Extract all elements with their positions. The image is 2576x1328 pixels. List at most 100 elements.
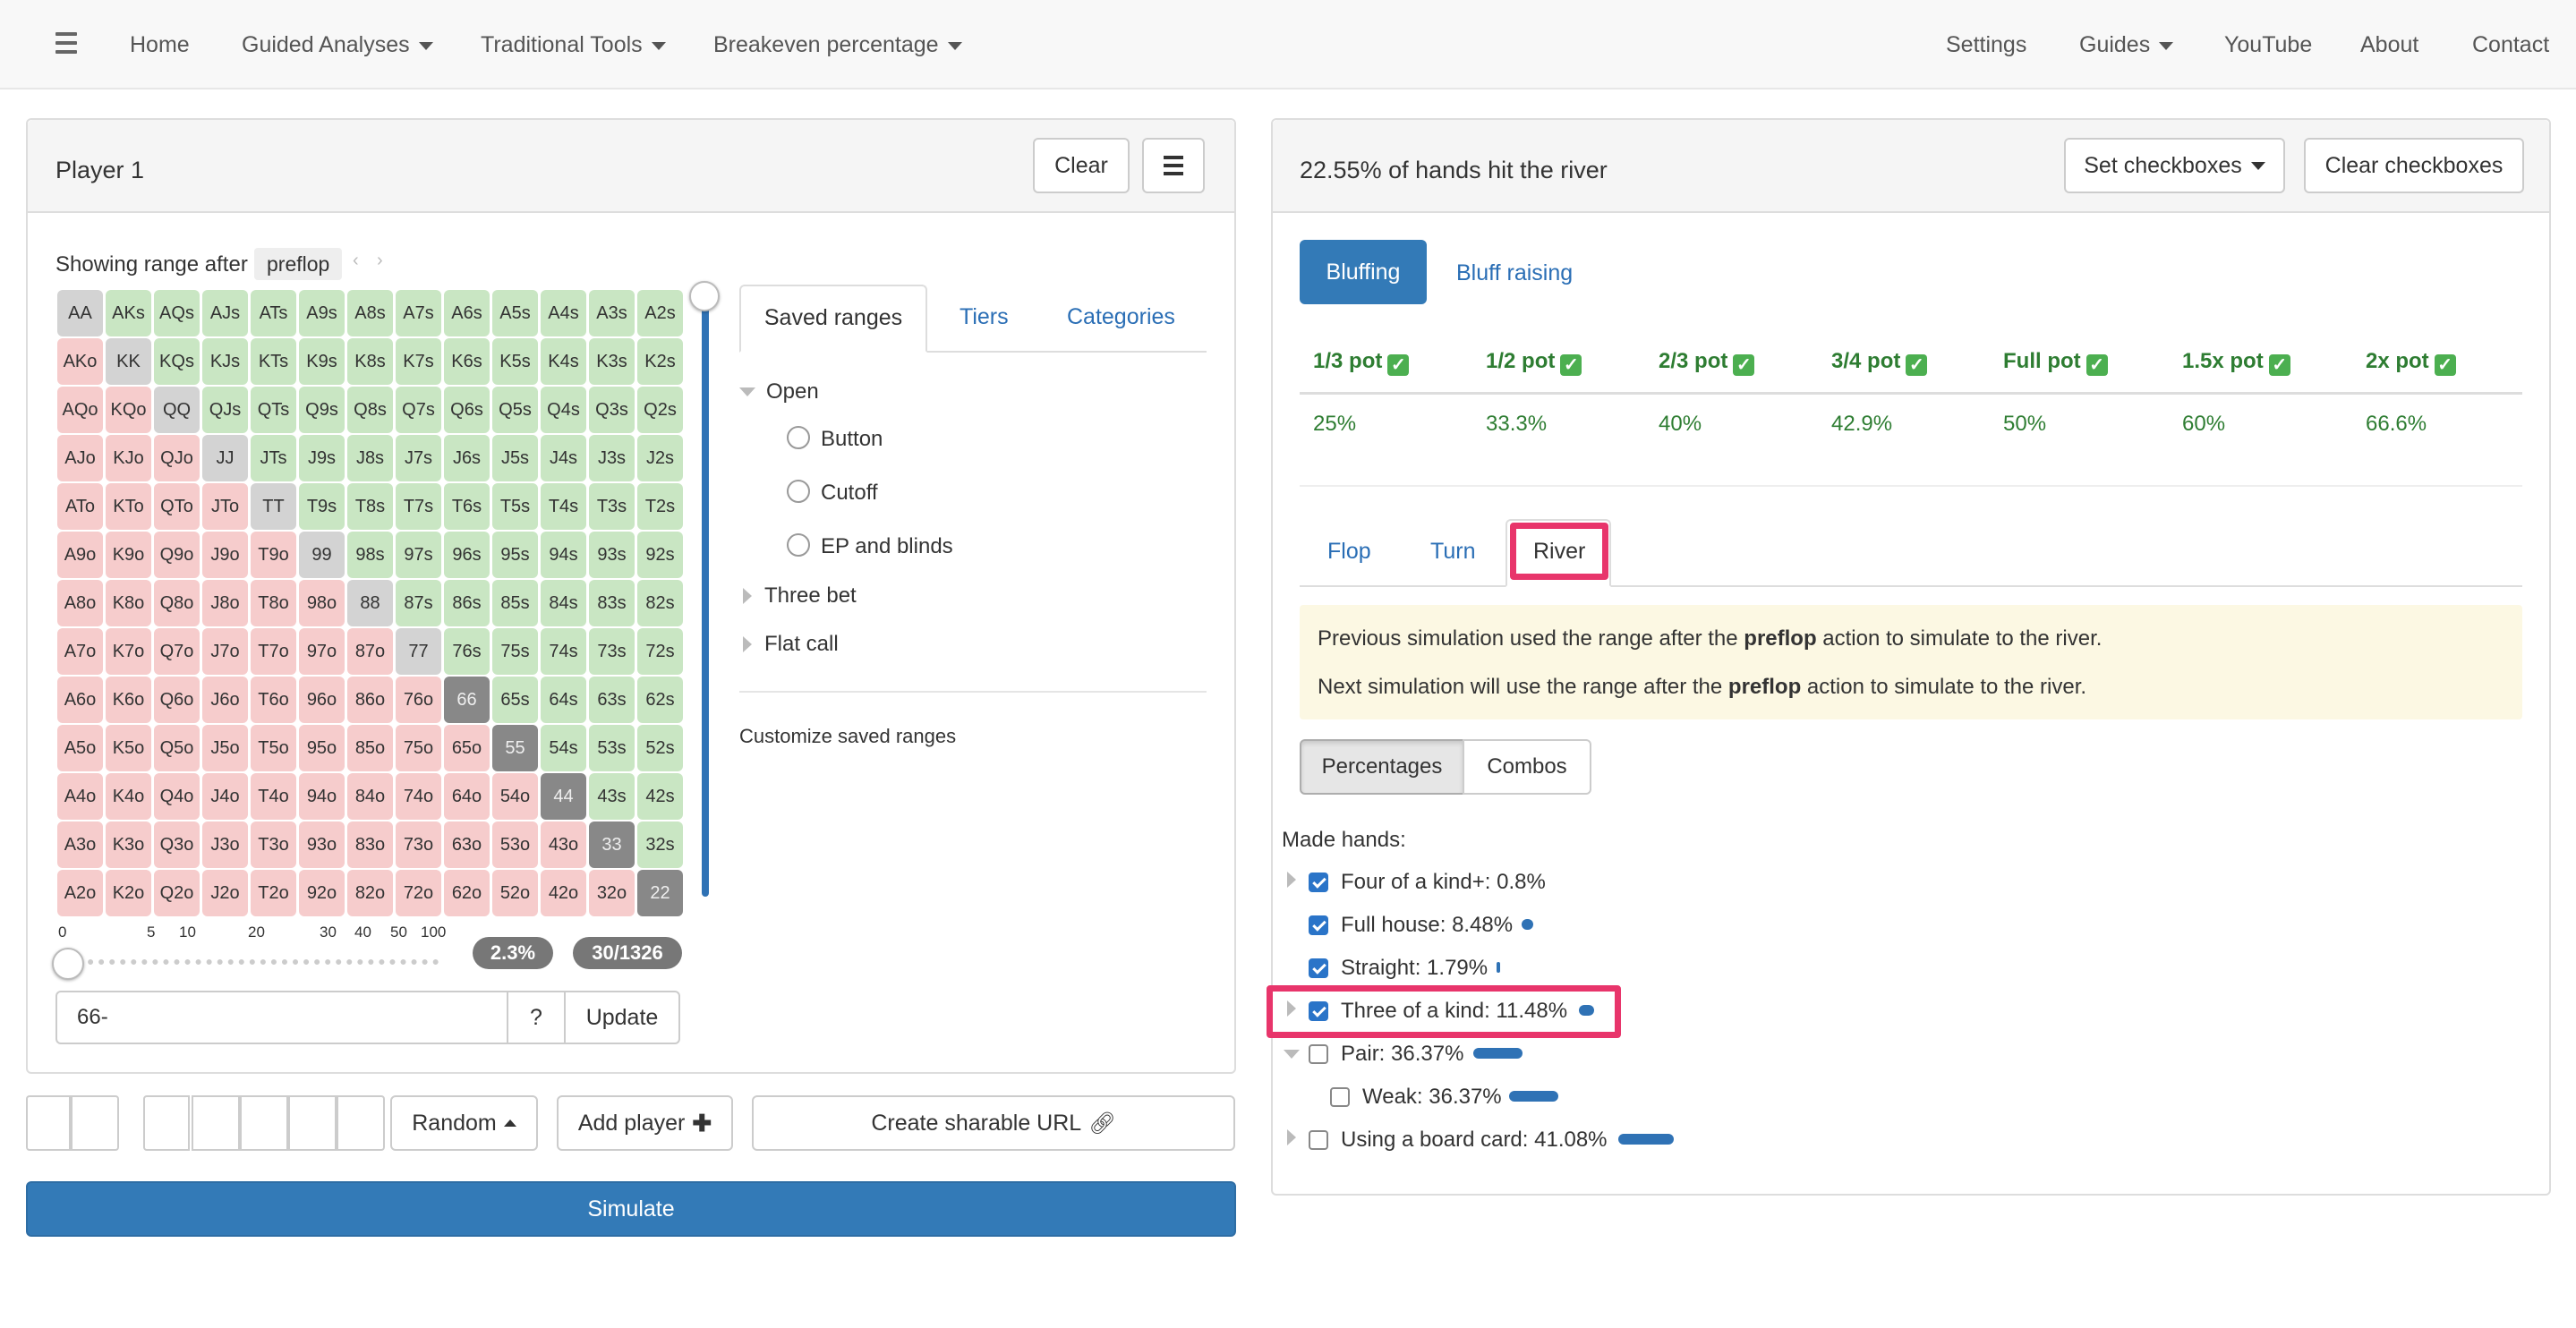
hand-cell[interactable]: 54s (541, 725, 586, 771)
add-player-button[interactable]: Add player ✚ (557, 1095, 733, 1151)
hand-cell[interactable]: QQ (154, 387, 200, 433)
checkbox-four-of-a-kind[interactable] (1309, 873, 1328, 892)
hand-cell[interactable]: 84s (541, 580, 586, 626)
hand-cell[interactable]: A5s (492, 290, 538, 336)
hand-cell[interactable]: 62o (444, 870, 490, 916)
hand-cell[interactable]: 42s (637, 773, 683, 820)
hand-cell[interactable]: AKs (106, 290, 151, 336)
hand-cell[interactable]: A5o (57, 725, 103, 771)
range-menu-button[interactable] (1142, 138, 1205, 193)
tree-open[interactable]: Open (739, 379, 819, 404)
simulate-button[interactable]: Simulate (26, 1181, 1236, 1237)
hand-cell[interactable]: AKo (57, 338, 103, 385)
nav-breakeven[interactable]: Breakeven percentage (713, 0, 962, 89)
hand-cell[interactable]: Q8o (154, 580, 200, 626)
hand-cell[interactable]: 98o (299, 580, 345, 626)
vertical-range-slider[interactable] (702, 295, 709, 897)
hand-cell[interactable]: J5o (202, 725, 248, 771)
hand-cell[interactable]: TT (251, 483, 296, 530)
checkbox-weak[interactable] (1330, 1087, 1350, 1107)
toggle-percentages[interactable]: Percentages (1300, 739, 1464, 795)
hand-cell[interactable]: 52o (492, 870, 538, 916)
hand-cell[interactable]: 94s (541, 532, 586, 578)
hand-cell[interactable]: 85o (347, 725, 393, 771)
hand-cell[interactable]: A4o (57, 773, 103, 820)
hand-cell[interactable]: T9s (299, 483, 345, 530)
hand-cell[interactable]: K8o (106, 580, 151, 626)
hand-cell[interactable]: K4o (106, 773, 151, 820)
hand-cell[interactable]: J7o (202, 628, 248, 675)
hand-cell[interactable]: 95o (299, 725, 345, 771)
hand-cell[interactable]: 65o (444, 725, 490, 771)
hand-cell[interactable]: AA (57, 290, 103, 336)
random-button[interactable]: Random (390, 1095, 538, 1151)
hand-cell[interactable]: 97s (396, 532, 441, 578)
tab-categories[interactable]: Categories (1067, 304, 1175, 330)
create-sharable-url-button[interactable]: Create sharable URL 🔗︎ (752, 1095, 1235, 1151)
hand-cell[interactable]: 92s (637, 532, 683, 578)
horizontal-range-slider[interactable] (66, 959, 439, 966)
range-text-input[interactable]: 66- (55, 991, 508, 1044)
hand-cell[interactable]: A2s (637, 290, 683, 336)
hand-cell[interactable]: J8s (347, 435, 393, 481)
hand-cell[interactable]: Q7s (396, 387, 441, 433)
hand-cell[interactable]: 87s (396, 580, 441, 626)
hand-cell[interactable]: K9o (106, 532, 151, 578)
hand-cell[interactable]: J5s (492, 435, 538, 481)
toggle-combos[interactable]: Combos (1463, 739, 1591, 795)
nav-contact[interactable]: Contact (2472, 0, 2549, 89)
hand-cell[interactable]: KJs (202, 338, 248, 385)
hand-cell[interactable]: 82o (347, 870, 393, 916)
hand-cell[interactable]: 52s (637, 725, 683, 771)
hand-cell[interactable]: 86s (444, 580, 490, 626)
hand-cell[interactable]: 98s (347, 532, 393, 578)
hand-cell[interactable]: AJo (57, 435, 103, 481)
hand-cell[interactable]: 87o (347, 628, 393, 675)
card-slot[interactable] (337, 1095, 385, 1151)
tree-three-bet[interactable]: Three bet (743, 583, 857, 609)
hand-cell[interactable]: 73o (396, 821, 441, 868)
hand-cell[interactable]: 32o (589, 870, 635, 916)
hand-cell[interactable]: J3o (202, 821, 248, 868)
hand-cell[interactable]: A7o (57, 628, 103, 675)
expanded-triangle-icon[interactable] (1284, 1047, 1300, 1063)
nav-settings[interactable]: Settings (1946, 0, 2026, 89)
nav-about[interactable]: About (2360, 0, 2418, 89)
hand-cell[interactable]: J3s (589, 435, 635, 481)
hand-cell[interactable]: ATo (57, 483, 103, 530)
hand-cell[interactable]: 63s (589, 677, 635, 723)
hand-cell[interactable]: Q3o (154, 821, 200, 868)
hand-cell[interactable]: J8o (202, 580, 248, 626)
hand-cell[interactable]: 65s (492, 677, 538, 723)
hand-cell[interactable]: 83s (589, 580, 635, 626)
tab-saved-ranges[interactable]: Saved ranges (739, 285, 927, 353)
saved-range-button[interactable]: Button (821, 427, 883, 452)
hand-cell[interactable]: T6o (251, 677, 296, 723)
hand-cell[interactable]: 74s (541, 628, 586, 675)
prev-street-icon[interactable]: ‹ (353, 251, 359, 271)
hand-cell[interactable]: Q8s (347, 387, 393, 433)
hand-cell[interactable]: Q5s (492, 387, 538, 433)
hand-cell[interactable]: T6s (444, 483, 490, 530)
card-slot[interactable] (143, 1095, 190, 1151)
hand-cell[interactable]: 72s (637, 628, 683, 675)
hand-cell[interactable]: Q4s (541, 387, 586, 433)
hand-cell[interactable]: 43o (541, 821, 586, 868)
hand-cell[interactable]: K6o (106, 677, 151, 723)
hand-cell[interactable]: 93o (299, 821, 345, 868)
tab-flop[interactable]: Flop (1327, 539, 1371, 565)
hand-cell[interactable]: A8o (57, 580, 103, 626)
hand-cell[interactable]: K3s (589, 338, 635, 385)
hand-cell[interactable]: K6s (444, 338, 490, 385)
card-slot[interactable] (288, 1095, 337, 1151)
hand-cell[interactable]: T4o (251, 773, 296, 820)
hand-cell[interactable]: 44 (541, 773, 586, 820)
hand-cell[interactable]: 96o (299, 677, 345, 723)
hand-cell[interactable]: 93s (589, 532, 635, 578)
hand-cell[interactable]: 22 (637, 870, 683, 916)
hand-cell[interactable]: KTs (251, 338, 296, 385)
collapsed-triangle-icon[interactable] (1287, 1129, 1296, 1150)
hand-cell[interactable]: T8o (251, 580, 296, 626)
hand-cell[interactable]: 95s (492, 532, 538, 578)
pill-bluff-raising[interactable]: Bluff raising (1456, 260, 1573, 286)
